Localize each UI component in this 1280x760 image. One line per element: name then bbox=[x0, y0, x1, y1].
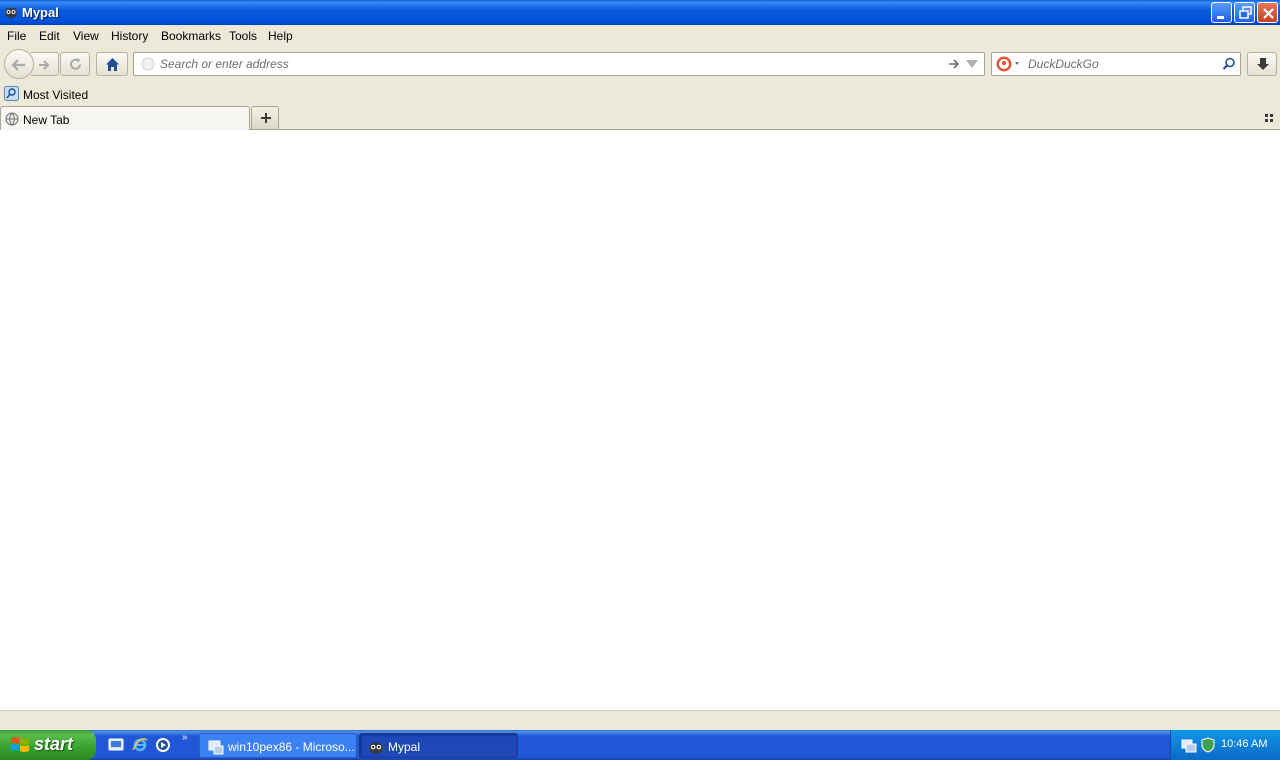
menu-edit[interactable]: Edit bbox=[39, 29, 60, 43]
grid-icon bbox=[1265, 114, 1273, 122]
mypal-app-icon bbox=[5, 7, 17, 18]
menu-view[interactable]: View bbox=[73, 29, 99, 43]
window-title: Mypal bbox=[22, 5, 59, 20]
download-icon bbox=[1257, 58, 1269, 70]
forward-button[interactable] bbox=[31, 52, 59, 76]
menu-bar: File Edit View History Bookmarks Tools H… bbox=[0, 26, 1280, 46]
mypal-app-icon bbox=[369, 742, 383, 754]
close-button[interactable] bbox=[1257, 2, 1278, 23]
status-bar bbox=[0, 710, 1280, 730]
back-button[interactable] bbox=[4, 49, 34, 79]
title-bar[interactable]: Mypal bbox=[0, 0, 1280, 25]
reload-icon bbox=[70, 58, 81, 70]
taskbar-item-label: win10pex86 - Microso... bbox=[228, 740, 355, 754]
reload-button[interactable] bbox=[60, 52, 90, 76]
browser-window: Mypal File Edit View History Bookmarks T… bbox=[0, 0, 1280, 730]
close-icon bbox=[1263, 8, 1274, 19]
forward-arrow-icon bbox=[39, 60, 50, 70]
system-tray: 10:46 AM bbox=[1170, 730, 1280, 760]
computer-app-icon bbox=[208, 740, 224, 755]
tab-label: New Tab bbox=[23, 113, 70, 127]
menu-file[interactable]: File bbox=[7, 29, 26, 43]
quick-launch-overflow-icon[interactable]: » bbox=[182, 732, 188, 743]
start-label: start bbox=[34, 734, 74, 754]
site-identity-icon bbox=[141, 57, 155, 71]
home-icon bbox=[106, 58, 119, 71]
duckduckgo-engine-icon[interactable] bbox=[996, 56, 1020, 72]
menu-help[interactable]: Help bbox=[268, 29, 293, 43]
bookmark-label: Most Visited bbox=[23, 88, 89, 102]
plus-icon bbox=[261, 113, 271, 123]
restore-icon bbox=[1239, 6, 1252, 19]
go-arrow-icon[interactable] bbox=[947, 57, 961, 71]
taskbar-item-win10pex[interactable]: win10pex86 - Microso... bbox=[199, 733, 357, 758]
search-input[interactable] bbox=[1028, 56, 1218, 72]
navigation-toolbar bbox=[0, 48, 1280, 82]
menu-history[interactable]: History bbox=[111, 29, 148, 43]
minimize-button[interactable] bbox=[1211, 2, 1232, 23]
address-bar bbox=[133, 52, 985, 76]
taskbar-item-label: Mypal bbox=[388, 740, 421, 754]
back-arrow-icon bbox=[11, 59, 25, 71]
tab-new-tab[interactable]: New Tab bbox=[0, 106, 250, 130]
home-button[interactable] bbox=[96, 52, 128, 76]
windows-logo-icon bbox=[11, 737, 29, 752]
downloads-button[interactable] bbox=[1247, 52, 1277, 76]
most-visited-folder-icon bbox=[4, 86, 19, 101]
address-input[interactable] bbox=[160, 56, 940, 72]
search-bar bbox=[991, 52, 1241, 76]
bookmarks-toolbar: Most Visited bbox=[0, 84, 1280, 104]
network-icon[interactable] bbox=[1181, 737, 1197, 753]
show-desktop-icon[interactable] bbox=[108, 737, 124, 753]
page-content[interactable] bbox=[0, 130, 1280, 710]
start-button[interactable]: start bbox=[0, 730, 96, 760]
dropdown-history-icon[interactable] bbox=[966, 60, 978, 68]
minimize-icon bbox=[1217, 16, 1224, 19]
security-shield-icon[interactable] bbox=[1200, 737, 1216, 753]
tab-strip: New Tab bbox=[0, 105, 1280, 130]
menu-tools[interactable]: Tools bbox=[229, 29, 257, 43]
globe-icon bbox=[5, 112, 19, 126]
bookmark-most-visited[interactable]: Most Visited bbox=[4, 86, 88, 102]
clock[interactable]: 10:46 AM bbox=[1221, 738, 1267, 750]
search-icon[interactable] bbox=[1222, 57, 1236, 71]
restore-button[interactable] bbox=[1234, 2, 1255, 23]
menu-bookmarks[interactable]: Bookmarks bbox=[161, 29, 221, 43]
taskbar: start » win10pex86 - Microso... Mypal 10… bbox=[0, 730, 1280, 760]
taskbar-item-mypal[interactable]: Mypal bbox=[359, 733, 518, 758]
list-all-tabs-button[interactable] bbox=[1262, 111, 1276, 125]
internet-explorer-icon[interactable] bbox=[132, 737, 148, 753]
media-player-icon[interactable] bbox=[155, 737, 171, 753]
new-tab-button[interactable] bbox=[251, 106, 279, 129]
